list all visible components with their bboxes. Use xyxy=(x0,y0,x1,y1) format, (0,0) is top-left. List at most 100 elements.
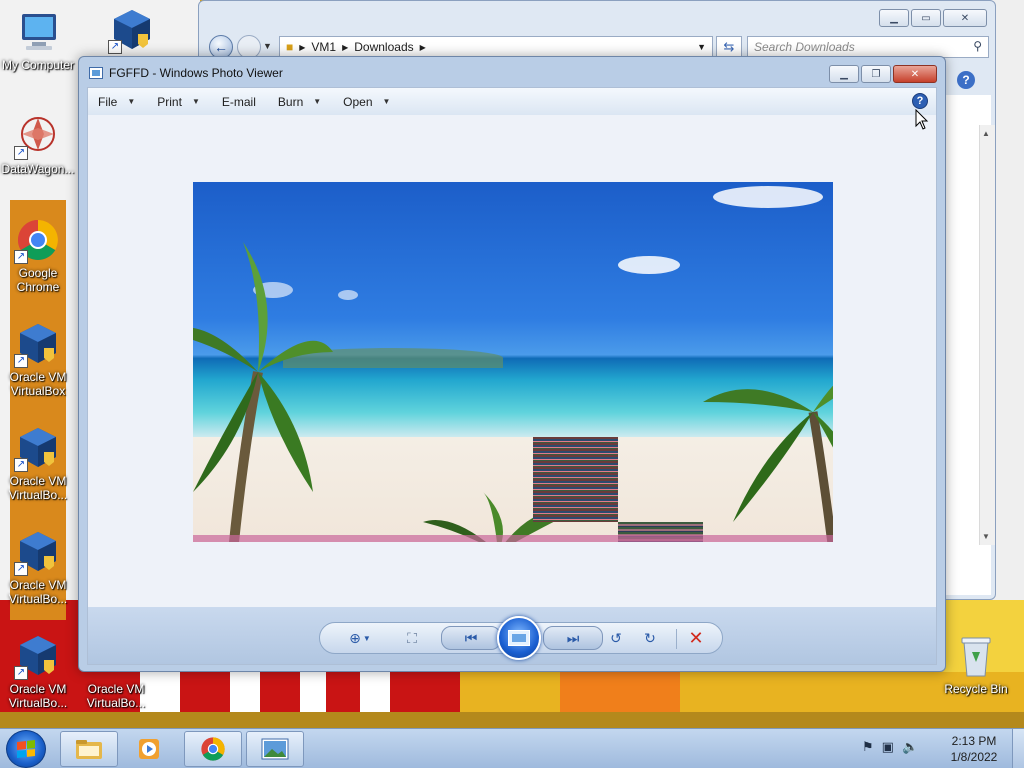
taskbar-media-player[interactable] xyxy=(120,731,178,767)
rotate-clockwise-button[interactable]: ↻ xyxy=(638,626,662,650)
viewer-title-bar[interactable]: FGFFD - Windows Photo Viewer ▁ ❐ ✕ xyxy=(79,57,945,87)
search-icon: ⚲ xyxy=(973,39,982,53)
desktop-icon-virtualbox[interactable]: ↗ Oracle VM VirtualBo... xyxy=(0,528,76,606)
desktop-icon-virtualbox[interactable]: ↗ Oracle VM VirtualBox xyxy=(0,320,76,398)
virtualbox-icon: ↗ xyxy=(14,424,62,472)
close-icon: ✕ xyxy=(910,68,920,80)
volume-icon[interactable]: 🔈 xyxy=(902,739,918,755)
dropdown-arrow-icon: ▼ xyxy=(382,97,391,106)
minimize-icon: ▁ xyxy=(840,68,848,80)
rotate-left-icon: ↺ xyxy=(610,629,622,646)
desktop-icon-datawagon[interactable]: ↗ DataWagon... xyxy=(0,112,76,176)
clock-date: 1/8/2022 xyxy=(950,750,998,764)
desktop-icon-virtualbox-top[interactable]: ↗ xyxy=(94,6,170,56)
notification-area: ⚑ ▣ 🔈 xyxy=(862,739,918,755)
minimize-button[interactable]: ▁ xyxy=(879,9,909,27)
viewer-caption-buttons: ▁ ❐ ✕ xyxy=(829,65,937,83)
close-button[interactable]: ✕ xyxy=(943,9,987,27)
scroll-up-icon[interactable]: ▲ xyxy=(982,129,990,138)
slideshow-icon xyxy=(508,630,530,646)
cloud xyxy=(338,290,358,300)
shortcut-arrow-icon: ↗ xyxy=(108,40,122,54)
taskbar-clock[interactable]: 2:13 PM 1/8/2022 xyxy=(944,733,1004,765)
actual-size-button[interactable]: ⛶ xyxy=(400,626,424,650)
close-button[interactable]: ✕ xyxy=(893,65,937,83)
clock-time: 2:13 PM xyxy=(951,734,997,748)
menu-label: E-mail xyxy=(221,94,256,109)
menu-burn[interactable]: Burn ▼ xyxy=(278,95,321,109)
show-desktop-button[interactable] xyxy=(1012,729,1024,768)
desktop-icon-label: Recycle Bin xyxy=(944,682,1008,696)
datawagon-icon: ↗ xyxy=(14,112,62,160)
help-icon[interactable]: ? xyxy=(912,93,928,109)
shortcut-arrow-icon: ↗ xyxy=(14,354,28,368)
menu-print[interactable]: Print ▼ xyxy=(157,95,200,109)
delete-button[interactable]: ✕ xyxy=(684,626,708,650)
desktop-icon-virtualbox[interactable]: ↗ Oracle VM VirtualBo... xyxy=(0,424,76,502)
desktop-icon-label: DataWagon... xyxy=(1,162,75,176)
dropdown-arrow-icon: ▼ xyxy=(127,97,136,106)
address-bar[interactable]: ■ ▶ VM1 ▶ Downloads ▶ ▼ xyxy=(279,36,713,58)
chrome-icon xyxy=(201,737,225,761)
rotate-right-icon: ↻ xyxy=(644,629,656,646)
breadcrumb-separator-icon: ▶ xyxy=(299,42,306,52)
menu-file[interactable]: File ▼ xyxy=(98,95,135,109)
virtualbox-icon: ↗ xyxy=(14,528,62,576)
recent-pages-dropdown-icon[interactable]: ▼ xyxy=(263,41,272,51)
menu-open[interactable]: Open ▼ xyxy=(343,95,390,109)
wallpaper-stripe xyxy=(230,672,260,712)
search-placeholder: Search Downloads xyxy=(754,40,855,54)
zoom-icon: ⊕ xyxy=(349,629,361,646)
desktop-icon-label: Oracle VM VirtualBo... xyxy=(8,578,68,606)
action-center-flag-icon[interactable]: ⚑ xyxy=(862,739,874,755)
previous-button[interactable]: ⏮ xyxy=(441,626,501,650)
desktop-icon-label: Oracle VM VirtualBo... xyxy=(86,682,146,710)
desktop-icon-label: My Computer xyxy=(1,58,75,72)
next-icon: ⏭ xyxy=(566,629,580,646)
wallpaper-stripe xyxy=(300,672,326,712)
shortcut-arrow-icon: ↗ xyxy=(14,562,28,576)
desktop-icon-my-computer[interactable]: My Computer xyxy=(0,8,76,72)
explorer-scrollbar[interactable]: ▲ ▼ xyxy=(979,125,995,545)
cloud xyxy=(618,256,680,274)
desktop-icon-google-chrome[interactable]: ↗ Google Chrome xyxy=(0,216,76,294)
breadcrumb-vm1[interactable]: VM1 xyxy=(311,40,336,54)
desktop-icon-label: Oracle VM VirtualBox xyxy=(9,370,67,398)
next-button[interactable]: ⏭ xyxy=(543,626,603,650)
network-icon[interactable]: ▣ xyxy=(882,739,894,755)
refresh-button[interactable]: ⇆ xyxy=(716,36,742,58)
menu-label: Print xyxy=(157,94,182,109)
image-artifact xyxy=(533,437,618,522)
scroll-down-icon[interactable]: ▼ xyxy=(982,532,990,541)
maximize-button[interactable]: ▭ xyxy=(911,9,941,27)
taskbar-windows-explorer[interactable] xyxy=(60,731,118,767)
taskbar-photo-viewer[interactable] xyxy=(246,731,304,767)
image-artifact-edge xyxy=(193,535,833,542)
cloud xyxy=(713,186,823,208)
start-button[interactable] xyxy=(6,730,46,768)
zoom-button[interactable]: ⊕ ▼ xyxy=(342,626,378,650)
desktop-icon-virtualbox[interactable]: ↗ Oracle VM VirtualBo... xyxy=(0,632,76,710)
taskbar-google-chrome[interactable] xyxy=(184,731,242,767)
close-icon: ✕ xyxy=(960,12,970,24)
mouse-cursor-icon xyxy=(915,109,929,130)
slideshow-button[interactable] xyxy=(497,616,541,660)
virtualbox-icon: ↗ xyxy=(108,6,156,54)
address-dropdown-icon[interactable]: ▼ xyxy=(697,42,706,52)
previous-icon: ⏮ xyxy=(464,629,478,646)
palm-tree-right xyxy=(703,385,833,542)
explorer-help-icon[interactable]: ? xyxy=(957,71,975,89)
restore-button[interactable]: ❐ xyxy=(861,65,891,83)
menu-email[interactable]: E-mail xyxy=(222,95,256,109)
rotate-counterclockwise-button[interactable]: ↺ xyxy=(604,626,628,650)
breadcrumb-downloads[interactable]: Downloads xyxy=(354,40,413,54)
my-computer-icon xyxy=(14,8,62,56)
taskbar: ⚑ ▣ 🔈 2:13 PM 1/8/2022 xyxy=(0,728,1024,768)
photo-viewer-window[interactable]: FGFFD - Windows Photo Viewer ▁ ❐ ✕ File … xyxy=(78,56,946,672)
minimize-button[interactable]: ▁ xyxy=(829,65,859,83)
folder-icon: ■ xyxy=(286,40,294,54)
search-input[interactable]: Search Downloads ⚲ xyxy=(747,36,989,58)
desktop-icon-recycle-bin[interactable]: Recycle Bin xyxy=(938,632,1014,696)
viewer-control-bar: ⊕ ▼ ⛶ ⏮ ⏭ ↺ ↻ ✕ xyxy=(87,607,937,665)
menu-label: Open xyxy=(343,94,373,109)
